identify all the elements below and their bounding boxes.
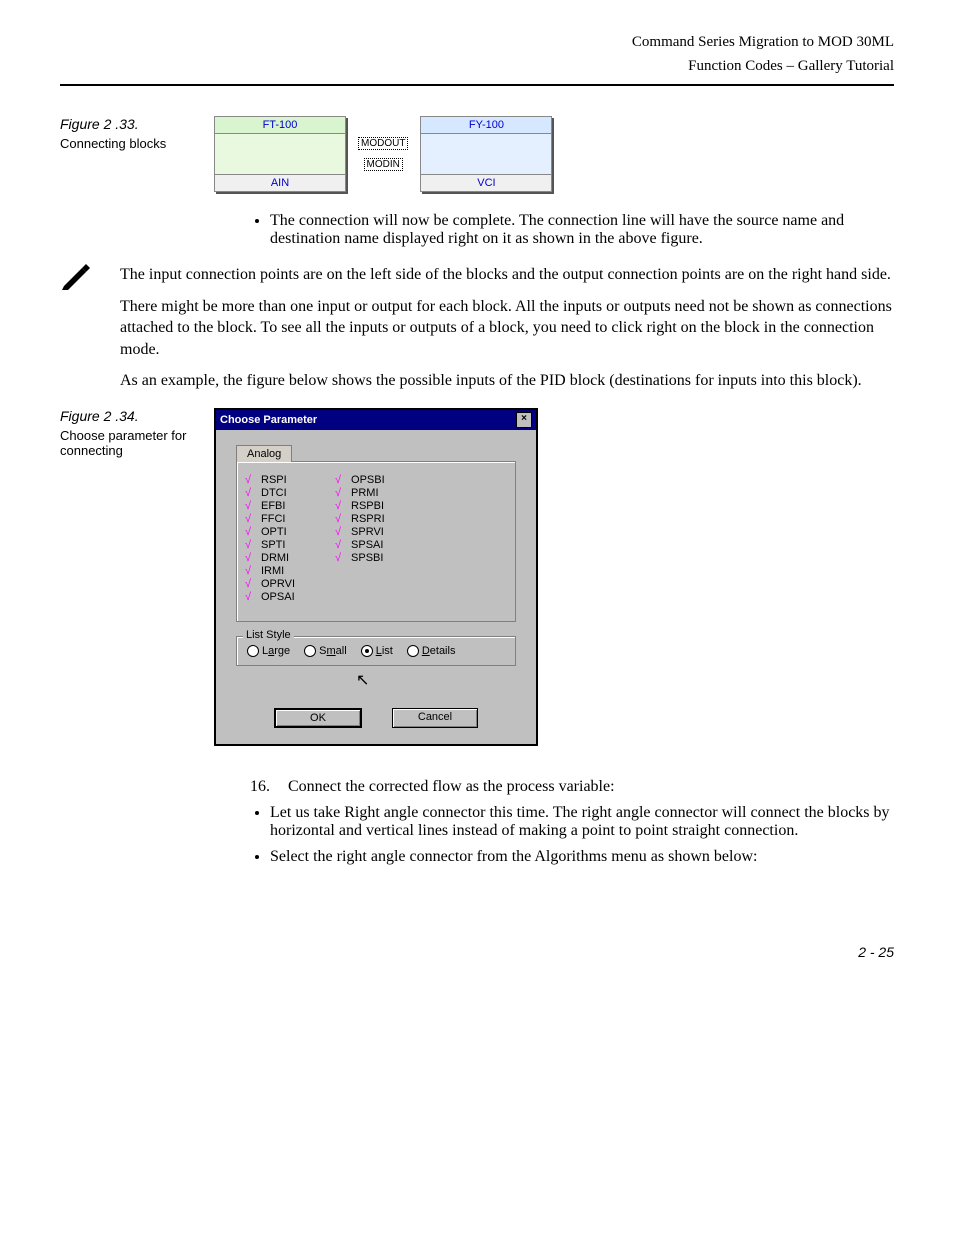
cursor-icon: ↖ — [356, 670, 516, 690]
note-paragraph-3: As an example, the figure below shows th… — [120, 370, 894, 392]
figure-34-caption-block: Figure 2 .34. Choose parameter for conne… — [60, 408, 210, 458]
param-icon: √ — [245, 513, 257, 525]
dialog-titlebar[interactable]: Choose Parameter × — [216, 410, 536, 430]
param-icon: √ — [335, 552, 347, 564]
param-dtci[interactable]: √DTCI — [245, 487, 295, 499]
step-16-sub-1: Let us take Right angle connector this t… — [270, 804, 894, 840]
close-icon[interactable]: × — [516, 412, 532, 428]
param-rspbi[interactable]: √RSPBI — [335, 500, 385, 512]
param-icon: √ — [245, 526, 257, 538]
list-style-group: List Style Large Small List Details — [236, 636, 516, 666]
ok-button[interactable]: OK — [274, 708, 362, 728]
note-paragraph-1: The input connection points are on the l… — [120, 264, 894, 286]
radio-small[interactable]: Small — [304, 645, 347, 657]
param-drmi[interactable]: √DRMI — [245, 552, 295, 564]
block-ft100-footer: AIN — [215, 174, 345, 191]
param-icon: √ — [245, 539, 257, 551]
block-fy100-footer: VCI — [421, 174, 551, 191]
label-modin: MODIN — [364, 158, 403, 171]
block-fy100-title: FY-100 — [421, 117, 551, 134]
choose-parameter-dialog: Choose Parameter × Analog √RSPI√DTCI√EFB… — [214, 408, 538, 746]
radio-large[interactable]: Large — [247, 645, 290, 657]
param-icon: √ — [245, 552, 257, 564]
param-oprvi[interactable]: √OPRVI — [245, 578, 295, 590]
connection-labels: MODOUT MODIN — [358, 137, 408, 171]
figure-34-number: Figure 2 .34. — [60, 408, 200, 424]
param-spti[interactable]: √SPTI — [245, 539, 295, 551]
radio-list[interactable]: List — [361, 645, 393, 657]
param-icon: √ — [335, 487, 347, 499]
param-icon: √ — [335, 539, 347, 551]
step-16-number: 16. — [210, 778, 288, 796]
param-efbi[interactable]: √EFBI — [245, 500, 295, 512]
label-modout: MODOUT — [358, 137, 408, 150]
param-rspi[interactable]: √RSPI — [245, 474, 295, 486]
parameter-list-panel: √RSPI√DTCI√EFBI√FFCI√OPTI√SPTI√DRMI√IRMI… — [236, 461, 516, 622]
param-icon: √ — [245, 565, 257, 577]
figure-33-caption-block: Figure 2 .33. Connecting blocks — [60, 116, 210, 151]
param-icon: √ — [335, 474, 347, 486]
param-icon: √ — [335, 526, 347, 538]
header-rule — [60, 84, 894, 86]
param-prmi[interactable]: √PRMI — [335, 487, 385, 499]
param-rspri[interactable]: √RSPRI — [335, 513, 385, 525]
page-number: 2 - 25 — [60, 944, 894, 960]
note-paragraph-2: There might be more than one input or ou… — [120, 296, 894, 361]
figure-33-diagram: FT-100 AIN MODOUT MODIN FY-100 VCI — [210, 116, 894, 192]
step-16-text: Connect the corrected flow as the proces… — [288, 778, 615, 796]
list-style-label: List Style — [243, 629, 294, 641]
param-opsai[interactable]: √OPSAI — [245, 591, 295, 603]
param-spsai[interactable]: √SPSAI — [335, 539, 385, 551]
param-icon: √ — [245, 500, 257, 512]
header-line-1: Command Series Migration to MOD 30ML — [60, 30, 894, 54]
note-icon — [60, 260, 96, 297]
block-fy100: FY-100 VCI — [420, 116, 552, 192]
param-icon: √ — [245, 474, 257, 486]
param-icon: √ — [245, 591, 257, 603]
figure-33-number: Figure 2 .33. — [60, 116, 200, 132]
block-ft100-title: FT-100 — [215, 117, 345, 134]
dialog-title-text: Choose Parameter — [220, 414, 317, 426]
param-ffci[interactable]: √FFCI — [245, 513, 295, 525]
step-16-sub-2: Select the right angle connector from th… — [270, 848, 894, 866]
param-spsbi[interactable]: √SPSBI — [335, 552, 385, 564]
param-icon: √ — [335, 500, 347, 512]
page-header: Command Series Migration to MOD 30ML Fun… — [60, 30, 894, 78]
figure-34-caption: Choose parameter for connecting — [60, 428, 200, 458]
param-sprvi[interactable]: √SPRVI — [335, 526, 385, 538]
param-opti[interactable]: √OPTI — [245, 526, 295, 538]
header-line-2: Function Codes – Gallery Tutorial — [60, 54, 894, 78]
block-ft100: FT-100 AIN — [214, 116, 346, 192]
param-opsbi[interactable]: √OPSBI — [335, 474, 385, 486]
param-icon: √ — [245, 578, 257, 590]
param-icon: √ — [245, 487, 257, 499]
cancel-button[interactable]: Cancel — [392, 708, 478, 728]
bullet-connection-complete: The connection will now be complete. The… — [270, 212, 894, 248]
figure-33-caption: Connecting blocks — [60, 136, 200, 151]
radio-details[interactable]: Details — [407, 645, 456, 657]
param-irmi[interactable]: √IRMI — [245, 565, 295, 577]
tab-analog[interactable]: Analog — [236, 445, 292, 462]
param-icon: √ — [335, 513, 347, 525]
